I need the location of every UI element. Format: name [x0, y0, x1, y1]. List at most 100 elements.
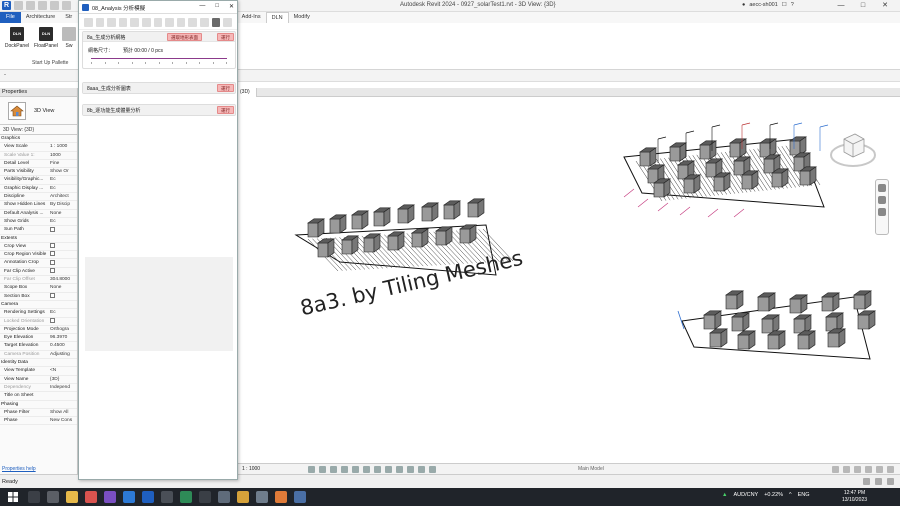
detail-level-icon[interactable]: [308, 466, 315, 473]
property-value[interactable]: [50, 226, 77, 233]
property-category[interactable]: Extents: [0, 235, 77, 243]
app-icon[interactable]: [275, 491, 287, 503]
ribbon-tab[interactable]: Str: [60, 12, 77, 23]
lock-icon[interactable]: [385, 466, 392, 473]
type-selector[interactable]: 3D View: [0, 97, 77, 125]
property-value[interactable]: [50, 317, 77, 325]
property-category[interactable]: Camera: [0, 301, 77, 310]
property-value[interactable]: {3D}: [50, 376, 77, 383]
tool-icon[interactable]: [95, 18, 105, 27]
drag-elements-icon[interactable]: [876, 466, 883, 473]
pan-icon[interactable]: [878, 208, 886, 216]
drawing-canvas[interactable]: 8a3. by Tiling Meshes: [238, 97, 900, 463]
property-value[interactable]: Ec: [50, 185, 77, 192]
analysis-tool-icon[interactable]: [211, 18, 221, 27]
tool-icon[interactable]: [223, 18, 232, 27]
tool-icon[interactable]: [153, 18, 163, 27]
property-value[interactable]: [50, 259, 77, 266]
redo-icon[interactable]: [50, 1, 59, 10]
property-value[interactable]: 96.3970: [50, 334, 77, 341]
property-value[interactable]: Adjusting: [50, 351, 77, 358]
property-value[interactable]: 1000: [50, 152, 77, 159]
open-icon[interactable]: [14, 1, 23, 10]
checkbox[interactable]: [50, 317, 55, 323]
floatpanel-button[interactable]: DLN FloatPanel: [33, 27, 59, 49]
help-icon[interactable]: ?: [791, 2, 794, 8]
checkbox[interactable]: [50, 267, 55, 273]
select-pinned-icon[interactable]: [854, 466, 861, 473]
view-instance-selector[interactable]: 3D View: {3D}: [0, 125, 77, 135]
property-value[interactable]: Architect: [50, 193, 77, 200]
app-icon[interactable]: [294, 491, 306, 503]
tool-icon[interactable]: [165, 18, 174, 27]
property-value[interactable]: Show All: [50, 409, 77, 416]
tool-icon[interactable]: [118, 18, 128, 27]
plugin-title-bar[interactable]: 08_Analysis 分析模擬 — □ ✕: [79, 1, 237, 14]
tool-icon[interactable]: [188, 18, 198, 27]
property-category[interactable]: Graphics: [0, 135, 77, 144]
user-name[interactable]: aecc-sh001: [749, 2, 777, 8]
crop-region-icon[interactable]: [374, 466, 381, 473]
property-value[interactable]: Ec: [50, 176, 77, 183]
property-value[interactable]: [50, 392, 77, 399]
property-value[interactable]: <N: [50, 367, 77, 374]
search-icon[interactable]: [28, 491, 40, 503]
property-value[interactable]: None: [50, 210, 77, 217]
ribbon-tab[interactable]: File: [0, 12, 21, 23]
reveal-hidden-icon[interactable]: [407, 466, 414, 473]
app-icon[interactable]: [256, 491, 268, 503]
app-icon[interactable]: [237, 491, 249, 503]
select-by-face-icon[interactable]: [865, 466, 872, 473]
property-category[interactable]: Identity Data: [0, 359, 77, 368]
filter-count-icon[interactable]: [887, 478, 894, 485]
property-value[interactable]: [50, 292, 77, 300]
tool-icon[interactable]: [176, 18, 186, 27]
view-scale[interactable]: 1 : 1000: [242, 466, 260, 472]
app-icon[interactable]: [199, 491, 211, 503]
currency-pair[interactable]: AUD/CNY: [733, 492, 758, 498]
undo-icon[interactable]: [38, 1, 47, 10]
property-value[interactable]: Ec: [50, 309, 77, 316]
print-icon[interactable]: [62, 1, 71, 10]
property-value[interactable]: [50, 267, 77, 275]
steering-wheel-icon[interactable]: [878, 184, 886, 192]
app-icon[interactable]: [180, 491, 192, 503]
property-value[interactable]: Ec: [50, 218, 77, 225]
taskbar-clock[interactable]: 12:47 PM 13/10/2023: [842, 490, 867, 504]
maximize-icon[interactable]: □: [852, 0, 874, 12]
app-icon[interactable]: [161, 491, 173, 503]
revit-logo-icon[interactable]: R: [2, 1, 11, 10]
browser-icon[interactable]: [85, 491, 97, 503]
select-topography-button[interactable]: 選取地形表面: [167, 33, 202, 41]
property-value[interactable]: Fine: [50, 160, 77, 167]
filter-icon[interactable]: [887, 466, 894, 473]
selection-pinned-icon[interactable]: [875, 478, 882, 485]
zoom-icon[interactable]: [878, 196, 886, 204]
maximize-icon[interactable]: □: [215, 3, 219, 10]
crop-icon[interactable]: [363, 466, 370, 473]
minimize-icon[interactable]: —: [199, 3, 205, 10]
property-value[interactable]: 0.4500: [50, 342, 77, 349]
dockpanel-button[interactable]: DLN DockPanel: [4, 27, 30, 49]
run-button[interactable]: 運行: [217, 84, 234, 92]
run-button[interactable]: 運行: [217, 106, 234, 114]
visual-style-icon[interactable]: [319, 466, 326, 473]
analysis-icon[interactable]: [429, 466, 436, 473]
sun-path-icon[interactable]: [330, 466, 337, 473]
property-value[interactable]: By Discip: [50, 201, 77, 208]
checkbox[interactable]: [50, 251, 55, 257]
tool-icon[interactable]: [200, 18, 209, 27]
checkbox[interactable]: [50, 259, 55, 265]
active-model[interactable]: Main Model: [578, 466, 604, 472]
run-button[interactable]: 運行: [217, 33, 234, 41]
checkbox[interactable]: [50, 226, 55, 232]
selection-links-icon[interactable]: [863, 478, 870, 485]
select-links-icon[interactable]: [832, 466, 839, 473]
minimize-icon[interactable]: —: [830, 0, 852, 12]
checkbox[interactable]: [50, 243, 55, 249]
task-view-icon[interactable]: [47, 491, 59, 503]
property-value[interactable]: Independ: [50, 384, 77, 391]
ribbon-tab[interactable]: Architecture: [21, 12, 60, 23]
close-icon[interactable]: ✕: [874, 0, 896, 12]
app-icon[interactable]: [218, 491, 230, 503]
